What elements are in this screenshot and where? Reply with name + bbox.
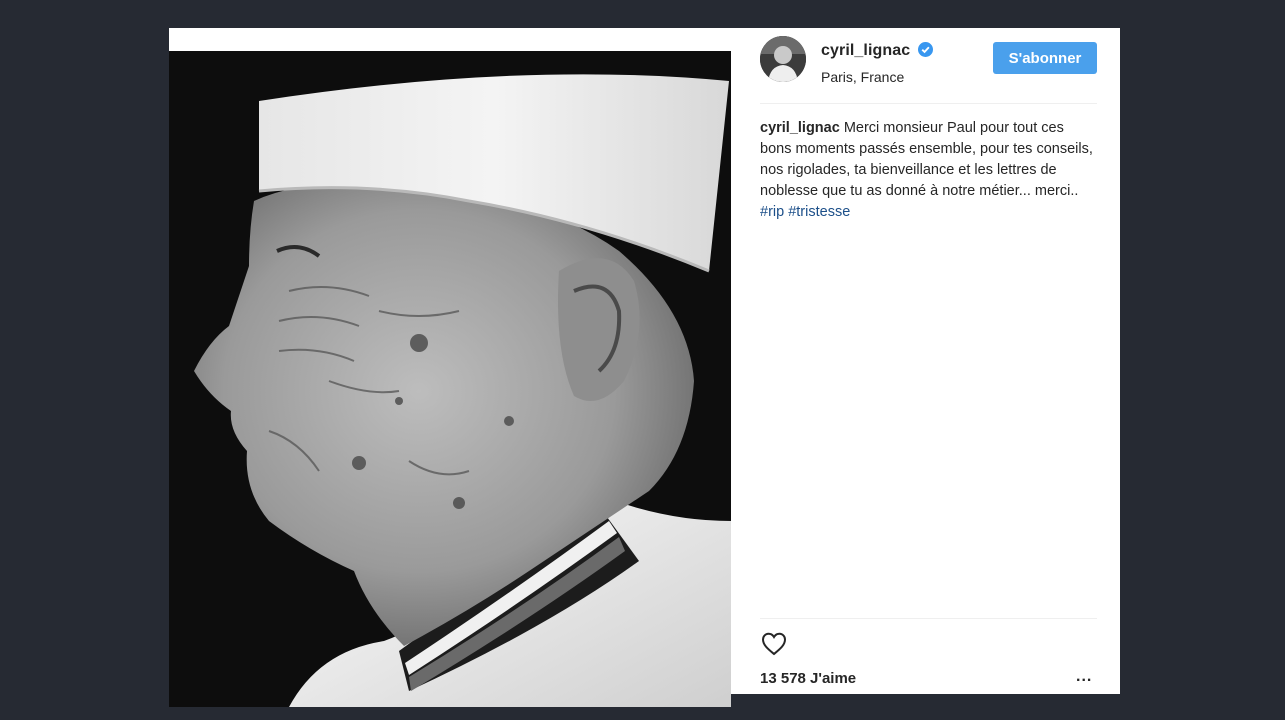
post-username[interactable]: cyril_lignac	[821, 42, 910, 60]
more-options-icon[interactable]: ...	[1076, 668, 1092, 686]
post-sidebar: cyril_lignac Paris, France S'abonner cyr…	[760, 28, 1097, 694]
hashtag-rip[interactable]: #rip	[760, 204, 784, 220]
avatar-image	[760, 36, 806, 82]
heart-outline-icon[interactable]	[760, 630, 788, 658]
post-location[interactable]: Paris, France	[821, 69, 904, 85]
instagram-post-card: cyril_lignac Paris, France S'abonner cyr…	[169, 28, 1120, 707]
likes-count[interactable]: 13 578 J'aime	[760, 670, 856, 687]
post-photo[interactable]	[169, 51, 731, 707]
avatar[interactable]	[760, 36, 806, 82]
post-header: cyril_lignac Paris, France S'abonner	[760, 36, 1097, 96]
post-caption: cyril_lignac Merci monsieur Paul pour to…	[760, 118, 1097, 223]
header-divider	[760, 103, 1097, 104]
verified-badge-icon	[918, 42, 933, 57]
follow-button[interactable]: S'abonner	[993, 42, 1097, 74]
actions-divider	[760, 618, 1097, 619]
chef-portrait-image	[169, 51, 731, 707]
hashtag-tristesse[interactable]: #tristesse	[788, 204, 850, 220]
caption-username[interactable]: cyril_lignac	[760, 120, 840, 136]
